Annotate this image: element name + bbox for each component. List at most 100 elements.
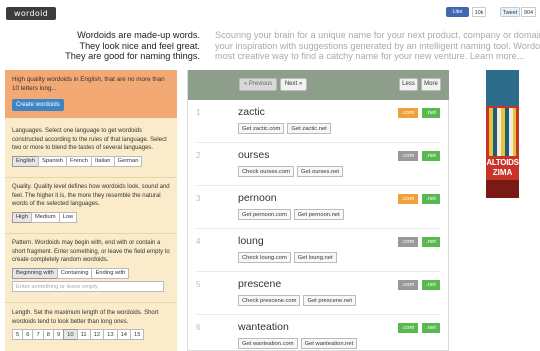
wordoid: pernoon (238, 192, 277, 204)
com-status-badge: .com (398, 280, 418, 290)
pattern-containing-button[interactable]: Containing (56, 267, 93, 279)
language-german-button[interactable]: German (113, 155, 143, 167)
result-row: 1 zactic Get zactic.com Get zactic.net .… (188, 100, 449, 143)
language-english-button[interactable]: English (12, 155, 40, 167)
ad-brand-text: ZIMA (492, 168, 513, 177)
net-status-badge: .net (422, 194, 440, 204)
quality-buttons: High Medium Low (12, 211, 78, 223)
tweet-button[interactable]: Tweet (500, 7, 520, 17)
result-row: 5 prescene Check prescene.com Get presce… (188, 272, 449, 315)
tagline-line: They are good for naming things. (65, 51, 200, 61)
get-com-button[interactable]: Get zactic.com (238, 123, 285, 134)
intro-description: Scouring your brain for a unique name fo… (215, 30, 540, 62)
check-com-button[interactable]: Check prescene.com (238, 295, 301, 306)
row-number: 2 (196, 151, 201, 160)
result-row: 3 pernoon Get pernoon.com Get pernoon.ne… (188, 186, 449, 229)
domain-buttons: Get pernoon.com Get pernoon.net (238, 209, 347, 220)
length-button[interactable]: 10 (63, 329, 78, 340)
get-net-button[interactable]: Get zactic.net (287, 123, 331, 134)
wordoid: wanteation (238, 321, 289, 333)
facebook-like-button[interactable]: Like (446, 7, 469, 17)
pattern-ending-button[interactable]: Ending with (91, 267, 130, 279)
check-com-button[interactable]: Check loung.com (238, 252, 291, 263)
quality-low-button[interactable]: Low (58, 211, 78, 223)
get-net-button[interactable]: Get ourses.net (297, 166, 344, 177)
pattern-beginning-button[interactable]: Beginning with (12, 267, 58, 279)
more-button[interactable]: More (421, 78, 441, 91)
intro-line: your inspiration with suggestions genera… (215, 40, 540, 51)
result-row: 6 wanteation Get wanteation.com Get want… (188, 315, 449, 351)
previous-button[interactable]: « Previous (239, 78, 277, 91)
length-description: Length. Set the maximum length of the wo… (12, 310, 159, 325)
language-italian-button[interactable]: Italian (91, 155, 115, 167)
length-button[interactable]: 12 (89, 329, 105, 340)
create-wordoids-button[interactable]: Create wordoids (12, 99, 64, 111)
net-status-badge: .net (422, 151, 440, 161)
net-status-badge: .net (422, 280, 440, 290)
options-panel: Languages. Select one language to get wo… (5, 118, 177, 351)
length-button[interactable]: 11 (76, 329, 91, 340)
net-status-badge: .net (422, 237, 440, 247)
row-number: 4 (196, 237, 201, 246)
ad-image (489, 108, 516, 156)
get-net-button[interactable]: Get prescene.net (303, 295, 356, 306)
get-net-button[interactable]: Get loung.net (293, 252, 337, 263)
pattern-description: Pattern. Wordoids may begin with, end wi… (12, 240, 170, 263)
next-button[interactable]: Next » (280, 78, 307, 91)
languages-section: Languages. Select one language to get wo… (12, 127, 172, 167)
pattern-section: Pattern. Wordoids may begin with, end wi… (12, 239, 172, 292)
facebook-like-count: 10k (472, 7, 486, 17)
get-com-button[interactable]: Get wanteation.com (238, 338, 298, 349)
domain-buttons: Check loung.com Get loung.net (238, 252, 340, 263)
domain-buttons: Check prescene.com Get prescene.net (238, 295, 359, 306)
intro-line: most creative way to find a catchy name … (215, 51, 525, 61)
wordoid: zactic (238, 106, 265, 118)
languages-description: Languages. Select one language to get wo… (12, 128, 167, 151)
row-number: 1 (196, 108, 201, 117)
tweet-count: 904 (521, 7, 536, 17)
wordoid: loung (238, 235, 264, 247)
quality-section: Quality. Quality level defines how wordo… (12, 183, 172, 223)
advertisement-banner[interactable]: ALTOIDS ZIMA (486, 70, 519, 198)
domain-buttons: Get zactic.com Get zactic.net (238, 123, 334, 134)
wordoid: prescene (238, 278, 282, 290)
com-status-badge: .com (398, 194, 418, 204)
results-toolbar: « Previous Next » Less More (188, 70, 449, 100)
ad-image (486, 180, 519, 198)
row-number: 6 (196, 323, 201, 332)
row-number: 5 (196, 280, 201, 289)
quality-medium-button[interactable]: Medium (30, 211, 60, 223)
quality-high-button[interactable]: High (12, 211, 32, 223)
language-spanish-button[interactable]: Spanish (38, 155, 67, 167)
tagline-line: They look nice and feel great. (79, 40, 200, 51)
intro-line: Scouring your brain for a unique name fo… (215, 30, 540, 40)
com-status-badge: .com (398, 108, 418, 118)
ad-image (486, 70, 519, 106)
pattern-input[interactable]: Enter something or leave empty (12, 280, 164, 292)
language-french-button[interactable]: French (65, 155, 93, 167)
length-buttons: 5 6 7 8 9 10 11 12 13 14 15 (12, 329, 145, 340)
language-buttons: English Spanish French Italian German (12, 155, 143, 167)
tagline: Wordoids are made-up words. They look ni… (40, 30, 200, 62)
divider (5, 177, 177, 178)
divider (5, 302, 177, 303)
results-panel: « Previous Next » Less More 1 zactic Get… (187, 70, 449, 351)
net-status-badge: .net (422, 323, 440, 333)
get-com-button[interactable]: Get pernoon.com (238, 209, 291, 220)
length-button[interactable]: 13 (103, 329, 118, 340)
result-row: 4 loung Check loung.com Get loung.net .c… (188, 229, 449, 272)
row-number: 3 (196, 194, 201, 203)
domain-buttons: Get wanteation.com Get wanteation.net (238, 338, 360, 349)
length-button[interactable]: 15 (130, 329, 145, 340)
com-status-badge: .com (398, 237, 418, 247)
summary-panel: High quality wordoids in English, that a… (5, 70, 177, 118)
get-net-button[interactable]: Get wanteation.net (300, 338, 358, 349)
get-net-button[interactable]: Get pernoon.net (293, 209, 344, 220)
check-com-button[interactable]: Check ourses.com (238, 166, 295, 177)
com-status-badge: .com (398, 151, 418, 161)
wordoid-logo[interactable]: wordoid (6, 7, 56, 20)
length-button[interactable]: 14 (116, 329, 132, 340)
tagline-line: Wordoids are made-up words. (77, 30, 200, 40)
divider (5, 233, 177, 234)
less-button[interactable]: Less (399, 78, 418, 91)
